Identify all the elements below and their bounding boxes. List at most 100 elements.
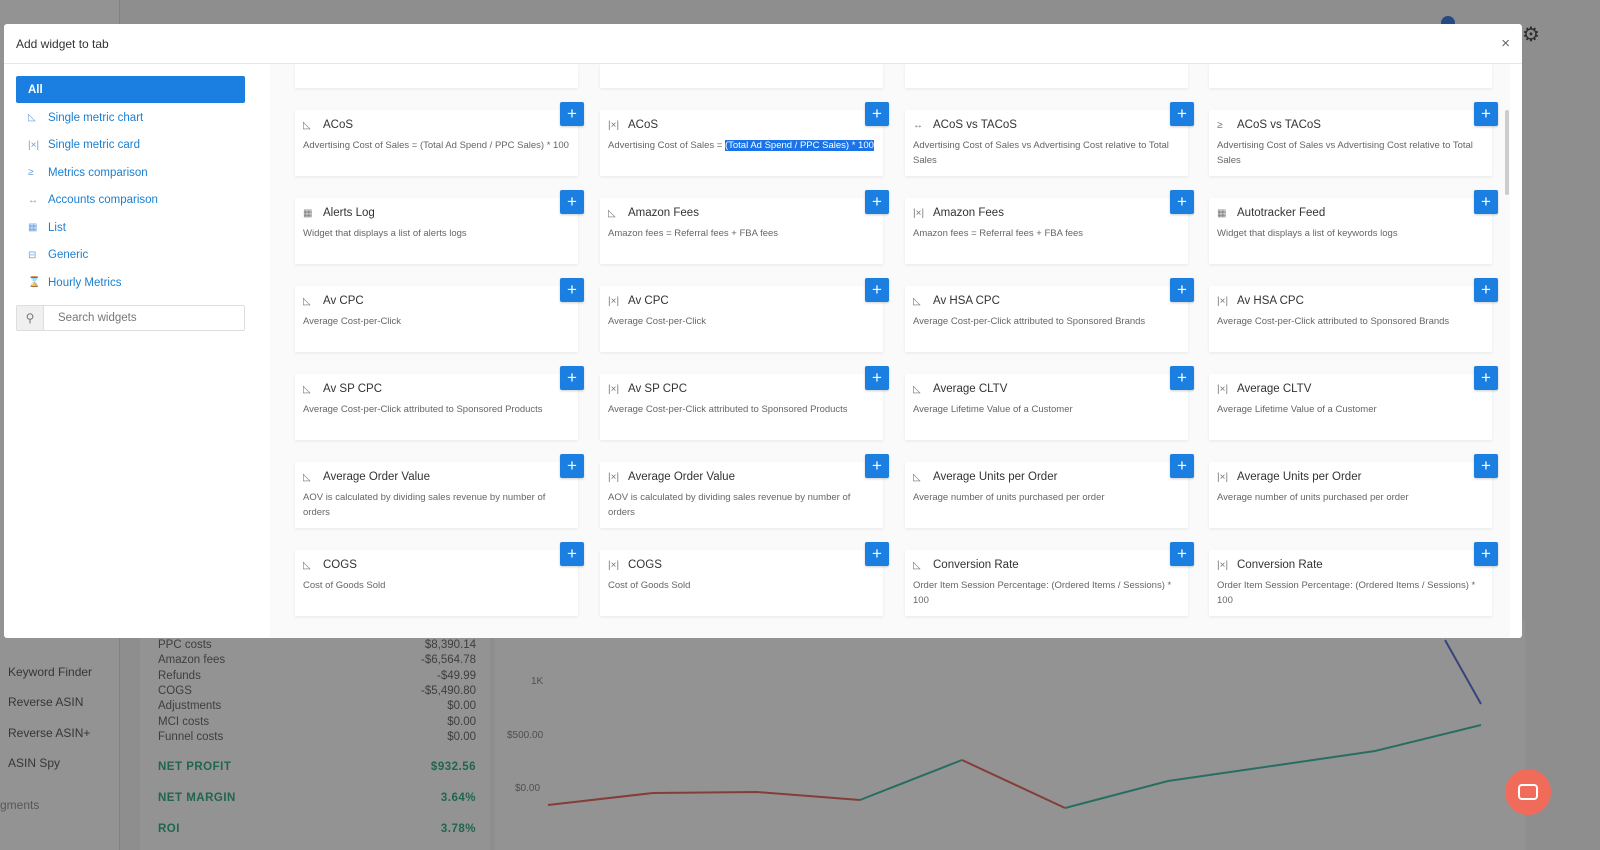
card-icon: |×|	[1217, 559, 1229, 571]
widget-card[interactable]: ◺ Av SP CPC Average Cost-per-Click attribu…	[295, 374, 578, 440]
widget-description: Amazon fees = Referral fees + FBA fees	[913, 226, 1180, 241]
widget-card[interactable]: |×| Average Order Value AOV is calculated …	[600, 462, 883, 528]
widget-title: ◺ COGS	[303, 559, 570, 571]
close-button[interactable]: ×	[1501, 35, 1510, 52]
search-box: ⚲	[16, 304, 245, 331]
category-hourly-metrics[interactable]: ⌛ Hourly Metrics	[16, 269, 245, 297]
add-widget-button[interactable]: +	[560, 454, 584, 478]
widget-title: ◺ Average Order Value	[303, 471, 570, 483]
add-widget-button[interactable]: +	[1474, 454, 1498, 478]
widget-card[interactable]: ◺ COGS Cost of Goods Sold	[295, 550, 578, 616]
widget-title: ≥ ACoS vs TACoS	[1217, 119, 1484, 131]
widget-description: Average Cost-per-Click attributed to Spo…	[303, 402, 570, 417]
widget-card[interactable]: |×| Average CLTV Average Lifetime Value of…	[1209, 374, 1492, 440]
description-text: Advertising Cost of Sales = (Total Ad Sp…	[303, 140, 569, 151]
widget-card[interactable]: ◺ Amazon Fees Amazon fees = Referral fees …	[600, 198, 883, 264]
chart-icon: ◺	[913, 471, 921, 483]
category-all[interactable]: All	[16, 76, 245, 103]
category-single-metric-chart[interactable]: ◺ Single metric chart	[16, 104, 245, 132]
category-single-metric-card[interactable]: |×| Single metric card	[16, 132, 245, 160]
widget-card[interactable]: |×| Av CPC Average Cost-per-Click	[600, 286, 883, 352]
widget-title: |×| Av SP CPC	[608, 383, 875, 395]
add-widget-button[interactable]: +	[1474, 102, 1498, 126]
widget-card[interactable]: |×| Amazon Fees Amazon fees = Referral fee…	[905, 198, 1188, 264]
widget-description: Widget that displays a list of alerts lo…	[303, 226, 570, 241]
add-widget-button[interactable]: +	[1170, 278, 1194, 302]
add-widget-button[interactable]: +	[865, 102, 889, 126]
add-widget-button[interactable]: +	[560, 366, 584, 390]
add-widget-button[interactable]: +	[1474, 190, 1498, 214]
widget-title: ◺ Av SP CPC	[303, 383, 570, 395]
category-metrics-comparison[interactable]: ≥ Metrics comparison	[16, 159, 245, 187]
generic-icon: ⊟	[28, 249, 37, 261]
category-list: All ◺ Single metric chart |×| Single metric …	[16, 76, 245, 331]
widget-card[interactable]: |×| Conversion Rate Order Item Session Per…	[1209, 550, 1492, 616]
add-widget-button[interactable]: +	[560, 102, 584, 126]
widget-card[interactable]: ◺ Conversion Rate Order Item Session Perce…	[905, 550, 1188, 616]
card-icon: |×|	[608, 295, 620, 307]
widget-title-text: COGS	[323, 559, 357, 571]
add-widget-button[interactable]: +	[865, 190, 889, 214]
description-text: Advertising Cost of Sales =	[608, 140, 725, 151]
description-text: Average Cost-per-Click attributed to Spo…	[913, 316, 1146, 327]
description-text: Cost of Goods Sold	[303, 580, 386, 591]
widget-card[interactable]: |×| Average Units per Order Average number…	[1209, 462, 1492, 528]
widget-description: Advertising Cost of Sales = (Total Ad Sp…	[303, 138, 570, 153]
widget-description: Average Lifetime Value of a Customer	[913, 402, 1180, 417]
widget-description: Advertising Cost of Sales = (Total Ad Sp…	[608, 138, 875, 153]
widget-card[interactable]: ≥ ACoS vs TACoS Advertising Cost of Sales …	[1209, 110, 1492, 176]
widget-card[interactable]: ◺ Av CPC Average Cost-per-Click	[295, 286, 578, 352]
widget-title: ◺ ACoS	[303, 119, 570, 131]
widget-title: |×| ACoS	[608, 119, 875, 131]
add-widget-button[interactable]: +	[560, 278, 584, 302]
category-label: Accounts comparison	[48, 194, 158, 207]
add-widget-modal: Add widget to tab × All ◺ Single metric ch…	[4, 24, 1522, 638]
widget-card[interactable]: ▦ Alerts Log Widget that displays a list o…	[295, 198, 578, 264]
widget-card[interactable]: ◺ Average Units per Order Average number o…	[905, 462, 1188, 528]
widget-title-text: ACoS vs TACoS	[1237, 119, 1321, 131]
add-widget-button[interactable]: +	[1170, 102, 1194, 126]
category-accounts-comparison[interactable]: ↔ Accounts comparison	[16, 187, 245, 215]
greater-equal-icon: ≥	[28, 167, 34, 179]
description-text: Cost of Goods Sold	[608, 580, 691, 591]
widget-card[interactable]: ↔ ACoS vs TACoS Advertising Cost of Sales …	[905, 110, 1188, 176]
add-widget-button[interactable]: +	[560, 542, 584, 566]
widget-title: |×| Conversion Rate	[1217, 559, 1484, 571]
add-widget-button[interactable]: +	[1474, 542, 1498, 566]
description-text: Widget that displays a list of keywords …	[1217, 228, 1398, 239]
widget-card[interactable]: ◺ ACoS Advertising Cost of Sales = (Total …	[295, 110, 578, 176]
add-widget-button[interactable]: +	[865, 366, 889, 390]
category-generic[interactable]: ⊟ Generic	[16, 242, 245, 270]
category-label: List	[48, 221, 66, 234]
add-widget-button[interactable]: +	[1474, 278, 1498, 302]
add-widget-button[interactable]: +	[1170, 190, 1194, 214]
add-widget-button[interactable]: +	[1170, 454, 1194, 478]
greater-equal-icon: ≥	[1217, 119, 1223, 131]
category-list[interactable]: ▦ List	[16, 214, 245, 242]
widget-card[interactable]: |×| Av SP CPC Average Cost-per-Click attri…	[600, 374, 883, 440]
card-icon: |×|	[1217, 383, 1229, 395]
search-widgets-input[interactable]	[44, 305, 244, 330]
add-widget-button[interactable]: +	[865, 542, 889, 566]
add-widget-button[interactable]: +	[560, 190, 584, 214]
widget-title-text: Conversion Rate	[933, 559, 1019, 571]
chat-launcher-button[interactable]	[1505, 769, 1551, 815]
widget-card[interactable]: |×| COGS Cost of Goods Sold	[600, 550, 883, 616]
add-widget-button[interactable]: +	[1474, 366, 1498, 390]
widget-title-text: Autotracker Feed	[1237, 207, 1326, 219]
widget-card[interactable]: ◺ Average Order Value AOV is calculated by…	[295, 462, 578, 528]
hourglass-icon: ⌛	[28, 277, 41, 289]
description-text: AOV is calculated by dividing sales reve…	[608, 492, 851, 518]
widget-card[interactable]: |×| Av HSA CPC Average Cost-per-Click attr…	[1209, 286, 1492, 352]
add-widget-button[interactable]: +	[865, 278, 889, 302]
widget-card[interactable]: ▦ Autotracker Feed Widget that displays a …	[1209, 198, 1492, 264]
widget-card[interactable]: ◺ Average CLTV Average Lifetime Value of a…	[905, 374, 1188, 440]
widget-card[interactable]: ◺ Av HSA CPC Average Cost-per-Click attrib…	[905, 286, 1188, 352]
add-widget-button[interactable]: +	[1170, 366, 1194, 390]
widget-title-text: Amazon Fees	[933, 207, 1004, 219]
add-widget-button[interactable]: +	[865, 454, 889, 478]
description-text: Average Lifetime Value of a Customer	[913, 404, 1073, 415]
add-widget-button[interactable]: +	[1170, 542, 1194, 566]
widget-card[interactable]: |×| ACoS Advertising Cost of Sales = (Tota…	[600, 110, 883, 176]
scrollbar[interactable]	[1505, 110, 1509, 195]
